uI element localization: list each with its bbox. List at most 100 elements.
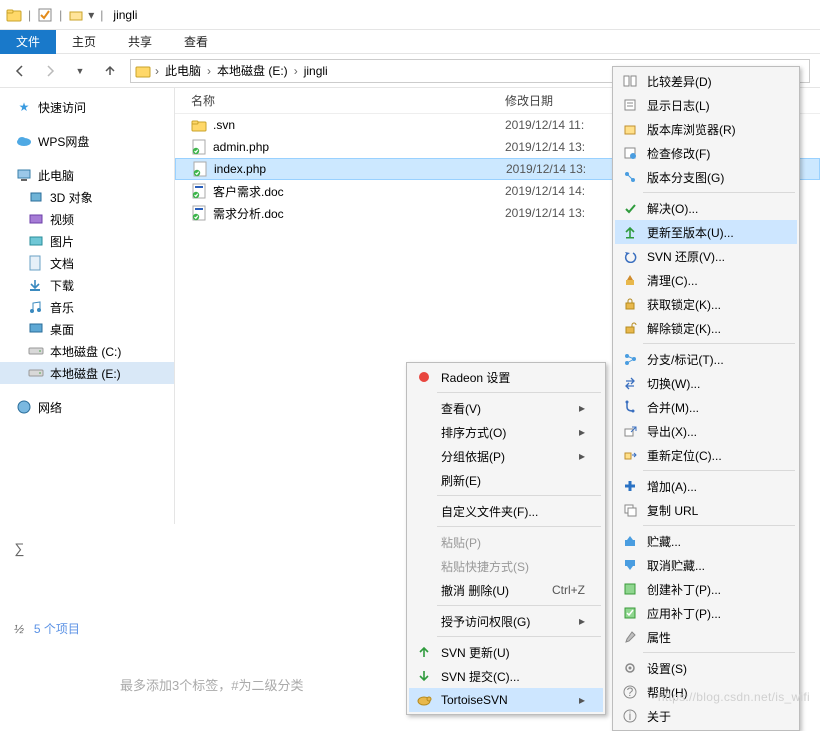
blank-icon <box>415 448 433 464</box>
menu-item[interactable]: 版本库浏览器(R) <box>615 117 797 141</box>
menu-item[interactable]: 撤消 删除(U)Ctrl+Z <box>409 578 603 602</box>
menu-item[interactable]: 复制 URL <box>615 498 797 522</box>
ribbon-tabs: 文件 主页 共享 查看 <box>0 30 820 54</box>
copyurl-icon <box>621 502 639 518</box>
chevron-right-icon[interactable]: › <box>207 64 211 78</box>
sum-indicator: ∑ <box>14 540 24 556</box>
sidebar-item[interactable]: 音乐 <box>0 296 174 318</box>
watermark: https://blog.csdn.net/is_wifi <box>658 690 810 704</box>
tab-share[interactable]: 共享 <box>112 30 168 54</box>
settings-icon <box>621 660 639 676</box>
menu-item[interactable]: TortoiseSVN▸ <box>409 688 603 712</box>
menu-item[interactable]: 比较差异(D) <box>615 69 797 93</box>
sidebar-item-label: 此电脑 <box>38 167 74 184</box>
tortoise-icon <box>415 692 433 708</box>
menu-item[interactable]: 自定义文件夹(F)... <box>409 499 603 523</box>
sidebar-item-label: 音乐 <box>50 299 74 316</box>
menu-item[interactable]: 更新至版本(U)... <box>615 220 797 244</box>
tab-home[interactable]: 主页 <box>56 30 112 54</box>
col-header-name[interactable]: 名称 <box>175 92 505 109</box>
menu-item[interactable]: 取消贮藏... <box>615 553 797 577</box>
menu-item-label: 属性 <box>647 629 779 646</box>
menu-item[interactable]: 应用补丁(P)... <box>615 601 797 625</box>
sidebar-this-pc[interactable]: 此电脑 <box>0 164 174 186</box>
sidebar-item[interactable]: 桌面 <box>0 318 174 340</box>
menu-item[interactable]: 设置(S) <box>615 656 797 680</box>
menu-item[interactable]: 合并(M)... <box>615 395 797 419</box>
sidebar-item[interactable]: 下载 <box>0 274 174 296</box>
menu-item[interactable]: 导出(X)... <box>615 419 797 443</box>
breadcrumb[interactable]: 此电脑 <box>163 62 203 79</box>
menu-item[interactable]: 版本分支图(G) <box>615 165 797 189</box>
folder-small-icon <box>68 7 84 23</box>
chevron-right-icon[interactable]: › <box>155 64 159 78</box>
context-menu-tortoisesvn: 比较差异(D)显示日志(L)版本库浏览器(R)检查修改(F) 版本分支图(G) 解决… <box>612 66 800 731</box>
blank-icon <box>415 613 433 629</box>
menu-separator <box>643 652 795 653</box>
menu-separator <box>437 526 601 527</box>
tab-view[interactable]: 查看 <box>168 30 224 54</box>
titlebar-dropdown-icon[interactable]: ▾ <box>88 8 94 22</box>
menu-item-label: 复制 URL <box>647 502 779 519</box>
sidebar-item[interactable]: 文档 <box>0 252 174 274</box>
disk-icon <box>28 367 44 379</box>
chevron-right-icon[interactable]: › <box>294 64 298 78</box>
sidebar-item[interactable]: 本地磁盘 (E:) <box>0 362 174 384</box>
menu-item[interactable]: 授予访问权限(G)▸ <box>409 609 603 633</box>
nav-back-button[interactable] <box>10 61 30 81</box>
menu-item[interactable]: i关于 <box>615 704 797 728</box>
menu-item[interactable]: 分支/标记(T)... <box>615 347 797 371</box>
menu-item-label: 版本分支图(G) <box>647 169 779 186</box>
star-icon: ★ <box>16 100 32 114</box>
sidebar-item[interactable]: 本地磁盘 (C:) <box>0 340 174 362</box>
menu-item[interactable]: SVN 更新(U) <box>409 640 603 664</box>
menu-item[interactable]: SVN 提交(C)... <box>409 664 603 688</box>
menu-item[interactable]: 创建补丁(P)... <box>615 577 797 601</box>
cloud-icon <box>16 135 32 147</box>
sidebar-wps[interactable]: WPS网盘 <box>0 130 174 152</box>
nav-up-button[interactable] <box>100 61 120 81</box>
menu-item[interactable]: 刷新(E) <box>409 468 603 492</box>
menu-item[interactable]: 切换(W)... <box>615 371 797 395</box>
menu-item[interactable]: 解决(O)... <box>615 196 797 220</box>
menu-item[interactable]: 查看(V)▸ <box>409 396 603 420</box>
sidebar-item[interactable]: 3D 对象 <box>0 186 174 208</box>
sidebar-item[interactable]: 图片 <box>0 230 174 252</box>
blank-icon <box>415 400 433 416</box>
menu-separator <box>643 525 795 526</box>
menu-item[interactable]: 解除锁定(K)... <box>615 316 797 340</box>
menu-item[interactable]: SVN 还原(V)... <box>615 244 797 268</box>
sidebar-item-label: 下载 <box>50 277 74 294</box>
breadcrumb[interactable]: jingli <box>302 64 330 78</box>
menu-item-label: 授予访问权限(G) <box>441 613 561 630</box>
nav-recent-dropdown[interactable]: ▼ <box>70 61 90 81</box>
menu-item[interactable]: Radeon 设置 <box>409 365 603 389</box>
menu-item[interactable]: 检查修改(F) <box>615 141 797 165</box>
menu-item[interactable]: 获取锁定(K)... <box>615 292 797 316</box>
menu-item[interactable]: 显示日志(L) <box>615 93 797 117</box>
menu-item-label: 查看(V) <box>441 400 561 417</box>
menu-item[interactable]: 重新定位(C)... <box>615 443 797 467</box>
menu-item[interactable]: 清理(C)... <box>615 268 797 292</box>
menu-item[interactable]: 增加(A)... <box>615 474 797 498</box>
menu-item-label: 排序方式(O) <box>441 424 561 441</box>
menu-item[interactable]: 贮藏... <box>615 529 797 553</box>
menu-item[interactable]: 属性 <box>615 625 797 649</box>
menu-item-label: 分支/标记(T)... <box>647 351 779 368</box>
file-icon <box>191 183 207 199</box>
menu-item-label: SVN 还原(V)... <box>647 248 779 265</box>
svg-text:i: i <box>629 709 632 723</box>
sidebar-quick-access[interactable]: ★ 快速访问 <box>0 96 174 118</box>
resolve-icon <box>621 200 639 216</box>
breadcrumb[interactable]: 本地磁盘 (E:) <box>215 62 290 79</box>
blank-icon <box>415 534 433 550</box>
sidebar-network[interactable]: 网络 <box>0 396 174 418</box>
menu-item[interactable]: 排序方式(O)▸ <box>409 420 603 444</box>
menu-item-label: 解除锁定(K)... <box>647 320 779 337</box>
nav-forward-button[interactable] <box>40 61 60 81</box>
sidebar-item-label: 网络 <box>38 399 62 416</box>
sidebar-item[interactable]: 视频 <box>0 208 174 230</box>
menu-item[interactable]: 分组依据(P)▸ <box>409 444 603 468</box>
log-icon <box>621 97 639 113</box>
tab-file[interactable]: 文件 <box>0 30 56 54</box>
